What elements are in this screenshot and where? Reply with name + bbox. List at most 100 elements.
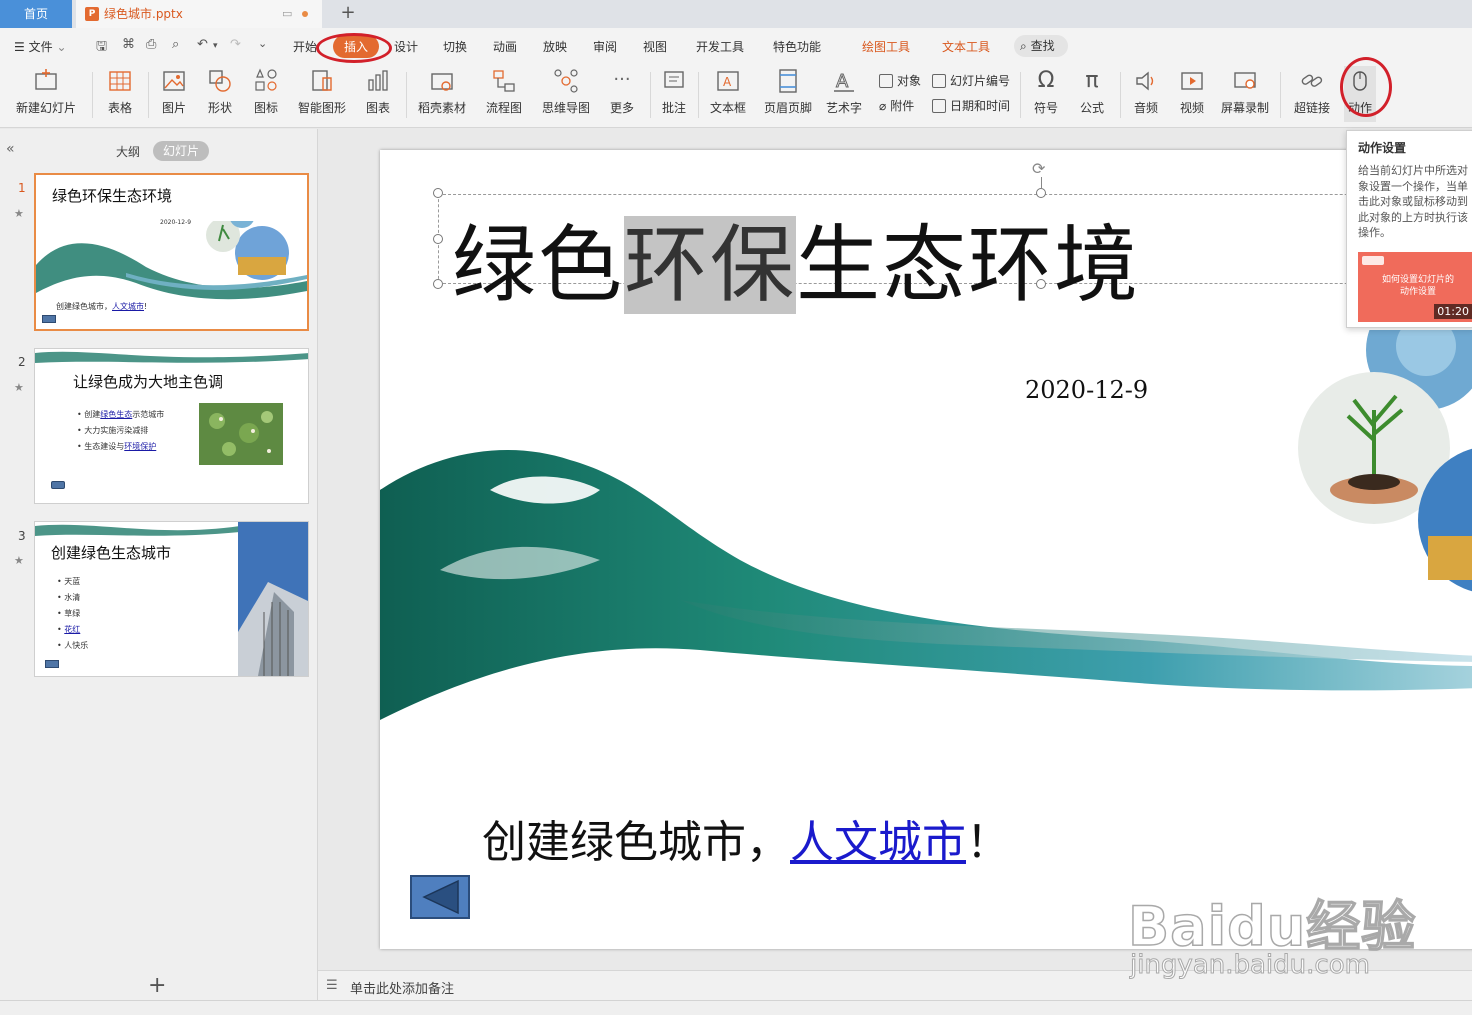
menu-animation[interactable]: 动画 (493, 38, 517, 55)
thumb-bullet: • 水清 (57, 593, 81, 602)
customize-toolbar-icon[interactable]: ⌄ (258, 37, 267, 50)
notes-placeholder: 单击此处添加备注 (350, 982, 455, 997)
svg-text:A: A (836, 71, 849, 92)
icon-library-button[interactable]: 图标 (246, 66, 286, 122)
rotate-handle-stem (1041, 177, 1042, 189)
building-image (238, 522, 308, 676)
redo-icon[interactable]: ↷ (230, 37, 241, 52)
comment-button[interactable]: 批注 (656, 66, 692, 122)
file-menu[interactable]: ☰ 文件 ⌄ (14, 38, 67, 55)
thumb-bullet: • 大力实施污染减排 (77, 426, 149, 435)
thumb-bullet: • 草绿 (57, 609, 81, 618)
rotate-handle-icon[interactable]: ⟳ (1032, 159, 1045, 178)
chart-button[interactable]: 图表 (358, 66, 398, 122)
add-slide-button[interactable]: + (148, 973, 166, 998)
textbox-label: 文本框 (709, 101, 746, 115)
symbol-button[interactable]: Ω 符号 (1026, 66, 1066, 122)
collapse-panel-icon[interactable]: « (6, 141, 15, 157)
new-tab-button[interactable]: + (338, 0, 358, 28)
object-icon (879, 74, 893, 88)
flowchart-button[interactable]: 流程图 (476, 66, 532, 122)
tooltip-title: 动作设置 (1358, 141, 1407, 155)
menu-start[interactable]: 开始 (293, 38, 317, 55)
slide-title[interactable]: 绿色环保生态环境 (452, 198, 1140, 319)
menu-view[interactable]: 视图 (643, 38, 667, 55)
menu-transition[interactable]: 切换 (443, 38, 467, 55)
tutorial-video-thumbnail[interactable]: 如何设置幻灯片的动作设置 01:20 (1358, 252, 1472, 322)
header-footer-icon (779, 69, 797, 93)
wordart-button[interactable]: A 艺术字 (820, 66, 868, 122)
menu-drawing-tools[interactable]: 绘图工具 (862, 38, 910, 55)
slide-subtitle[interactable]: 创建绿色城市，人文城市！ (482, 806, 1010, 870)
daoke-material-button[interactable]: 稻壳素材 (414, 66, 470, 122)
screen-record-button[interactable]: 屏幕录制 (1218, 66, 1272, 122)
object-label: 对象 (897, 74, 922, 88)
picture-button[interactable]: 图片 (154, 66, 194, 122)
slide-number-label: 幻灯片编号 (950, 74, 1011, 88)
slide-thumbnail-1[interactable]: 绿色环保生态环境 2020-12-9 创建绿色城市，人文城市! (34, 173, 309, 331)
thumb-action-button (51, 481, 65, 489)
table-button[interactable]: 表格 (100, 66, 140, 122)
slides-tab[interactable]: 幻灯片 (153, 141, 209, 161)
thumb-action-button (42, 315, 56, 323)
slide-thumbnail-2[interactable]: 让绿色成为大地主色调 • 创建绿色生态示范城市 • 大力实施污染减排 • 生态建… (34, 348, 309, 504)
baidu-watermark-url: jingyan.baidu.com (1130, 950, 1371, 981)
shape-button[interactable]: 形状 (200, 66, 240, 122)
print-preview-icon[interactable]: ⌕ (172, 37, 179, 52)
more-button[interactable]: ··· 更多 (602, 66, 642, 122)
eco-photo-circles (1298, 330, 1472, 592)
slide-date[interactable]: 2020-12-9 (1025, 376, 1148, 404)
thumb-bullet: • 花红 (57, 625, 81, 634)
menu-design[interactable]: 设计 (394, 38, 418, 55)
current-slide[interactable]: ⟳ 绿色环保生态环境 2020-12-9 创建绿色城市，人文城市！ (380, 150, 1472, 949)
slide-number-button[interactable]: 幻灯片编号 (932, 72, 1010, 89)
save-icon[interactable]: 🖫 (96, 37, 107, 59)
slide-thumbnail-3[interactable]: 创建绿色生态城市 • 天蓝 • 水清 • 草绿 • 花红 • 人快乐 (34, 521, 309, 677)
animation-star-icon: ★ (14, 554, 24, 567)
flowchart-label: 流程图 (485, 101, 522, 115)
resize-handle[interactable] (433, 234, 443, 244)
resize-handle[interactable] (433, 279, 443, 289)
animation-star-icon: ★ (14, 207, 24, 220)
textbox-button[interactable]: A 文本框 (704, 66, 752, 122)
ribbon-separator (1120, 72, 1121, 118)
home-tab[interactable]: 首页 (0, 0, 72, 28)
menu-review[interactable]: 审阅 (593, 38, 617, 55)
slide-number: 2 (18, 355, 26, 369)
audio-button[interactable]: 音频 (1126, 66, 1166, 122)
resize-handle[interactable] (1036, 188, 1046, 198)
attachment-button[interactable]: ⌀ 附件 (879, 97, 914, 114)
hamburger-icon: ☰ (14, 40, 25, 54)
outline-tab[interactable]: 大纲 (116, 143, 140, 160)
datetime-button[interactable]: 日期和时间 (932, 97, 1010, 114)
header-footer-button[interactable]: 页眉页脚 (762, 66, 814, 122)
chevron-down-icon: ⌄ (56, 40, 67, 54)
monitor-icon[interactable]: ▭ (282, 0, 292, 28)
search-button[interactable]: ⌕ 查找 (1014, 35, 1068, 57)
hyperlink-button[interactable]: 超链接 (1288, 66, 1336, 122)
new-slide-button[interactable]: 新建幻灯片 (10, 66, 82, 122)
document-tab[interactable]: P 绿色城市.pptx ▭ (76, 0, 322, 28)
print-icon[interactable]: ⎙ (146, 37, 156, 52)
menu-slideshow[interactable]: 放映 (543, 38, 567, 55)
menu-insert[interactable]: 插入 (333, 35, 380, 58)
formula-button[interactable]: π 公式 (1072, 66, 1112, 122)
back-action-button[interactable] (410, 875, 470, 919)
chart-icon (368, 70, 388, 91)
undo-icon[interactable]: ↶ (197, 37, 208, 52)
hyperlink-text[interactable]: 人文城市 (790, 817, 966, 868)
undo-dropdown-icon[interactable]: ▾ (213, 41, 218, 51)
action-button[interactable]: 动作 (1344, 66, 1376, 122)
video-button[interactable]: 视频 (1172, 66, 1212, 122)
thumb-title: 让绿色成为大地主色调 (73, 373, 224, 391)
menu-developer[interactable]: 开发工具 (696, 38, 744, 55)
resize-handle[interactable] (433, 188, 443, 198)
menu-features[interactable]: 特色功能 (773, 38, 821, 55)
smartart-button[interactable]: 智能图形 (292, 66, 352, 122)
chart-label: 图表 (365, 101, 390, 115)
mindmap-button[interactable]: 思维导图 (536, 66, 596, 122)
menu-text-tools[interactable]: 文本工具 (942, 38, 990, 55)
object-button[interactable]: 对象 (879, 72, 921, 89)
status-bar (0, 1000, 1472, 1015)
format-painter-icon[interactable]: ⌘ (122, 37, 135, 52)
